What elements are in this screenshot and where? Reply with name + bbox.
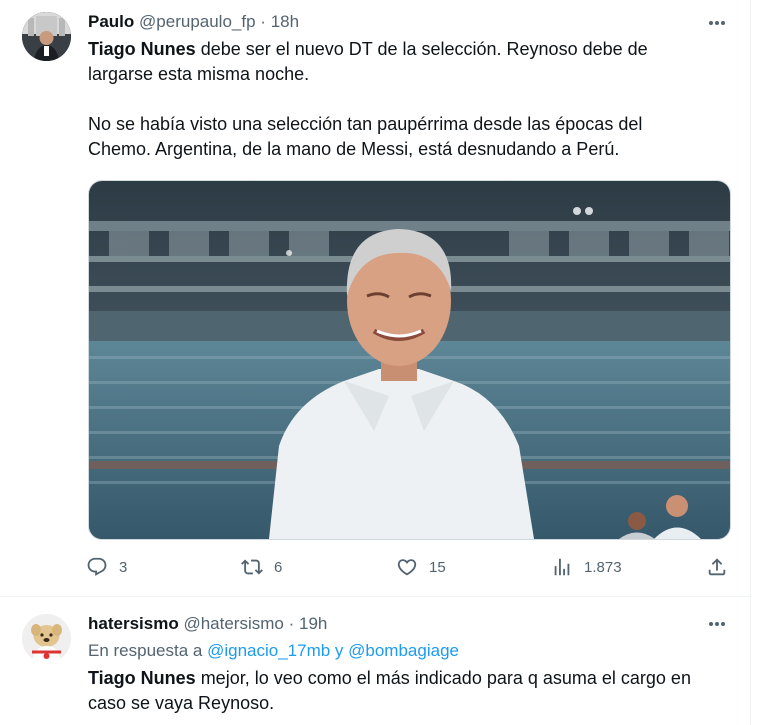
- like-count: 15: [429, 558, 446, 576]
- views-icon: [554, 558, 570, 576]
- handle[interactable]: @perupaulo_fp: [139, 12, 256, 31]
- timestamp[interactable]: 19h: [299, 614, 327, 633]
- display-name[interactable]: hatersismo: [88, 614, 179, 633]
- timeline: Paulo @perupaulo_fp · 18h Tiago Nunes de…: [0, 0, 751, 725]
- display-name[interactable]: Paulo: [88, 12, 134, 31]
- retweet-button[interactable]: 6: [241, 556, 282, 578]
- avatar[interactable]: [22, 614, 71, 663]
- reply-prefix: En respuesta a: [88, 641, 208, 660]
- separator: ·: [288, 614, 295, 633]
- separator: ·: [260, 12, 266, 31]
- retweet-count: 6: [274, 558, 283, 576]
- text-line: debe ser el nuevo DT de la selección. Re…: [195, 39, 648, 59]
- reply-button[interactable]: 3: [86, 556, 127, 578]
- mention-name: Tiago Nunes: [88, 668, 196, 688]
- views-count: 1.873: [584, 558, 622, 576]
- tweet-header: Paulo @perupaulo_fp · 18h: [88, 11, 299, 33]
- stadium-photo: [89, 181, 730, 539]
- reply-count: 3: [119, 558, 128, 576]
- tweet-text: Tiago Nunes mejor, lo veo como el más in…: [88, 666, 738, 716]
- text-line: No se había visto una selección tan paup…: [88, 114, 643, 134]
- tweet-text: Tiago Nunes debe ser el nuevo DT de la s…: [88, 37, 738, 162]
- reply-context: En respuesta a @ignacio_17mb y @bombagia…: [88, 640, 459, 662]
- tweet-photo[interactable]: [88, 180, 731, 540]
- more-icon[interactable]: [706, 12, 728, 34]
- retweet-icon: [241, 559, 263, 575]
- more-icon[interactable]: [706, 613, 728, 635]
- tweet-actions: 3 6 15 1.873: [86, 556, 736, 582]
- reply-join: y: [330, 641, 349, 660]
- avatar[interactable]: [22, 12, 71, 61]
- tweet-header: hatersismo @hatersismo · 19h: [88, 613, 327, 635]
- text-line: mejor, lo veo como el más indicado para …: [195, 668, 691, 688]
- text-line: Chemo. Argentina, de la mano de Messi, e…: [88, 139, 620, 159]
- like-button[interactable]: 15: [396, 556, 446, 578]
- handle[interactable]: @hatersismo: [183, 614, 283, 633]
- timestamp[interactable]: 18h: [271, 12, 299, 31]
- share-icon: [708, 558, 726, 576]
- avatar-image: [22, 12, 71, 61]
- mention-link[interactable]: @bombagiage: [348, 641, 459, 660]
- like-icon: [397, 559, 417, 576]
- avatar-image: [22, 614, 71, 663]
- text-line: largarse esta misma noche.: [88, 64, 310, 84]
- mention-link[interactable]: @ignacio_17mb: [207, 641, 330, 660]
- tweet[interactable]: Paulo @perupaulo_fp · 18h Tiago Nunes de…: [0, 0, 750, 596]
- share-button[interactable]: [706, 556, 728, 578]
- views-button[interactable]: 1.873: [551, 556, 622, 578]
- text-line: caso se vaya Reynoso.: [88, 693, 275, 713]
- reply-icon: [87, 557, 107, 576]
- tweet[interactable]: hatersismo @hatersismo · 19h En respuest…: [0, 597, 750, 725]
- mention-name: Tiago Nunes: [88, 39, 196, 59]
